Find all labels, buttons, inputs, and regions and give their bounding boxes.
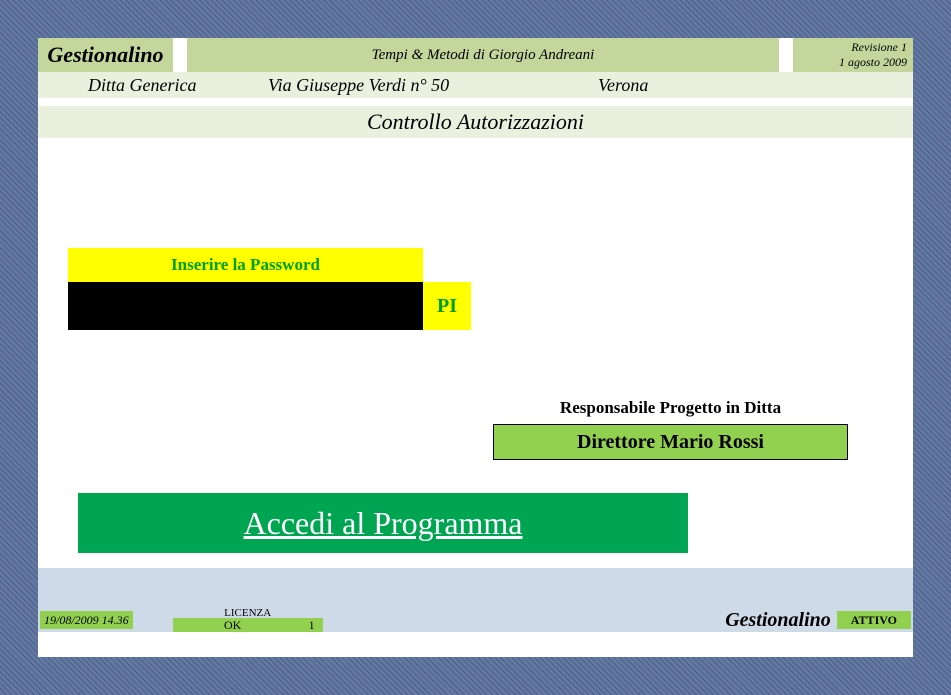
company-address: Via Giuseppe Verdi n° 50 [268,75,598,96]
access-button[interactable]: Accedi al Programma [78,493,688,553]
status-brand: Gestionalino [725,609,831,632]
license-number: 1 [293,618,323,632]
password-label: Inserire la Password [68,248,423,282]
status-bar: 19/08/2009 14.36 LICENZA OK 1 Gestionali… [38,608,913,632]
section-title: Controllo Autorizzazioni [38,106,913,138]
app-brand: Gestionalino [38,38,173,72]
titlebar-gap [779,38,793,72]
app-frame: Gestionalino Tempi & Metodi di Giorgio A… [38,38,913,657]
title-bar: Gestionalino Tempi & Metodi di Giorgio A… [38,38,913,72]
responsible-title: Responsabile Progetto in Ditta [493,398,848,418]
revision-box: Revisione 1 1 agosto 2009 [793,38,913,72]
status-active: ATTIVO [837,611,911,629]
license-status: OK [173,618,293,632]
spacer [38,98,913,106]
status-license: LICENZA OK 1 [173,608,323,632]
company-city: Verona [598,75,913,96]
password-code: PI [423,282,471,330]
main-panel: Inserire la Password PI Responsabile Pro… [38,138,913,568]
title-subtitle: Tempi & Metodi di Giorgio Andreani [187,38,779,72]
status-datetime: 19/08/2009 14.36 [40,611,133,629]
responsible-value: Direttore Mario Rossi [493,424,848,460]
company-name: Ditta Generica [38,75,268,96]
titlebar-gap [173,38,187,72]
company-bar: Ditta Generica Via Giuseppe Verdi n° 50 … [38,72,913,98]
revision-date: 1 agosto 2009 [839,55,907,70]
revision-number: Revisione 1 [851,40,907,55]
license-label: LICENZA [173,608,323,618]
password-input[interactable] [68,282,423,330]
footer-spacer [38,568,913,608]
